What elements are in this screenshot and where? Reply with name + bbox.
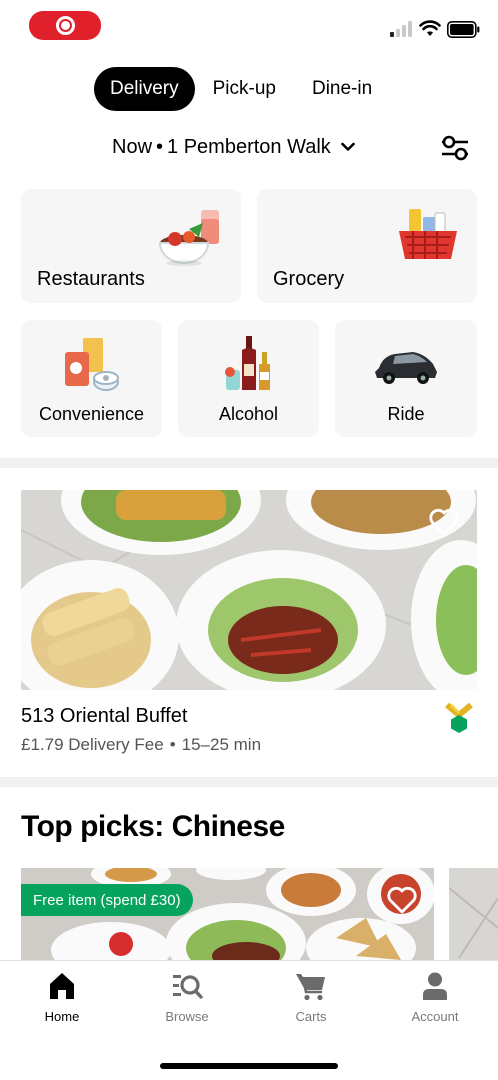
tab-pick-up[interactable]: Pick-up [197,67,292,111]
home-indicator [160,1063,338,1069]
category-grocery[interactable]: Grocery [257,189,477,303]
nav-browse-label: Browse [165,1009,209,1024]
nav-home[interactable]: Home [12,971,112,1024]
browse-search-icon [173,975,203,999]
status-bar [0,0,498,56]
account-person-icon [423,972,447,1000]
store-meta: £1.79 Delivery Fee • 15–25 min [21,735,261,755]
chevron-down-icon [341,142,355,151]
section-divider [0,458,498,468]
category-grocery-label: Grocery [273,268,345,290]
nav-carts-label: Carts [295,1009,327,1024]
category-restaurants-label: Restaurants [37,268,145,290]
food-photo [449,868,498,960]
battery-icon [447,21,480,38]
store-hero-image[interactable] [21,490,477,690]
wifi-icon [419,20,441,36]
filter-sliders-icon[interactable] [440,133,470,163]
location-separator: • [156,135,164,158]
top-eats-badge-icon [445,703,473,733]
nav-account-label: Account [411,1009,459,1024]
nav-home-label: Home [44,1009,80,1024]
restaurant-bowl-icon [159,210,219,266]
category-ride-label: Ride [387,404,425,424]
signal-icon [390,21,414,37]
grocery-basket-icon [399,209,457,259]
nav-account[interactable]: Account [385,971,485,1024]
delivery-address: 1 Pemberton Walk [167,135,331,158]
screen-record-icon[interactable] [29,11,101,40]
category-ride[interactable]: Ride [335,320,477,437]
convenience-icon [65,338,119,391]
store-name[interactable]: 513 Oriental Buffet [21,705,187,728]
car-icon [375,352,437,384]
nav-carts[interactable]: Carts [261,971,361,1024]
promo-badge: Free item (spend £30) [21,884,193,916]
cart-icon [296,974,325,1001]
heart-outline-icon[interactable] [387,886,417,914]
delivery-eta: 15–25 min [181,735,262,754]
tab-delivery[interactable]: Delivery [94,67,195,111]
tab-dine-in[interactable]: Dine-in [296,67,388,111]
nav-browse[interactable]: Browse [137,971,237,1024]
alcohol-bottles-icon [225,336,270,390]
heart-outline-icon[interactable] [429,508,459,536]
section-divider [0,777,498,787]
home-icon [50,973,74,999]
bottom-navigation: Home Browse Carts Account [0,960,498,1080]
delivery-fee: £1.79 Delivery Fee [21,735,164,754]
category-restaurants[interactable]: Restaurants [21,189,241,303]
category-alcohol[interactable]: Alcohol [178,320,319,437]
section-title-top-picks: Top picks: Chinese [21,810,285,843]
food-photo [21,490,477,690]
category-alcohol-label: Alcohol [218,404,279,424]
category-convenience-label: Convenience [38,404,145,424]
location-selector[interactable]: Now • 1 Pemberton Walk [112,130,355,164]
top-pick-image[interactable] [449,868,498,960]
meta-separator: • [169,735,176,754]
category-convenience[interactable]: Convenience [21,320,162,437]
delivery-time: Now [112,135,153,158]
fulfillment-mode-tabs: Delivery Pick-up Dine-in [94,67,388,111]
